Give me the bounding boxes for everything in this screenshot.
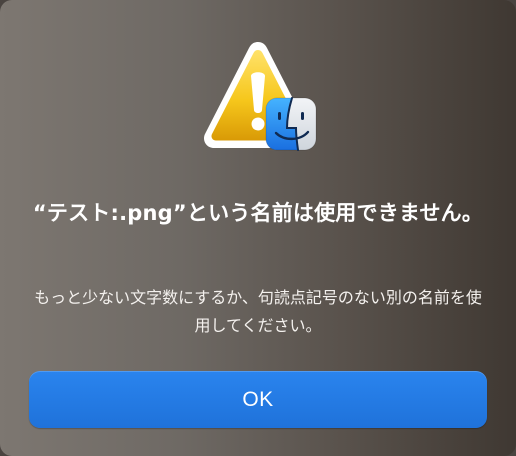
ok-button-label: OK — [242, 387, 274, 411]
alert-message: もっと少ない文字数にするか、句読点記号のない別の名前を使用してください。 — [34, 288, 482, 335]
warning-triangle-icon — [204, 42, 317, 151]
alert-title: “テスト:.png”という名前は使用できません。 — [32, 201, 484, 225]
ok-button[interactable]: OK — [29, 371, 487, 428]
caution-icon — [196, 36, 320, 160]
finder-badge — [265, 97, 317, 151]
alert-dialog: “テスト:.png”という名前は使用できません。 もっと少ない文字数にするか、句… — [0, 0, 516, 456]
